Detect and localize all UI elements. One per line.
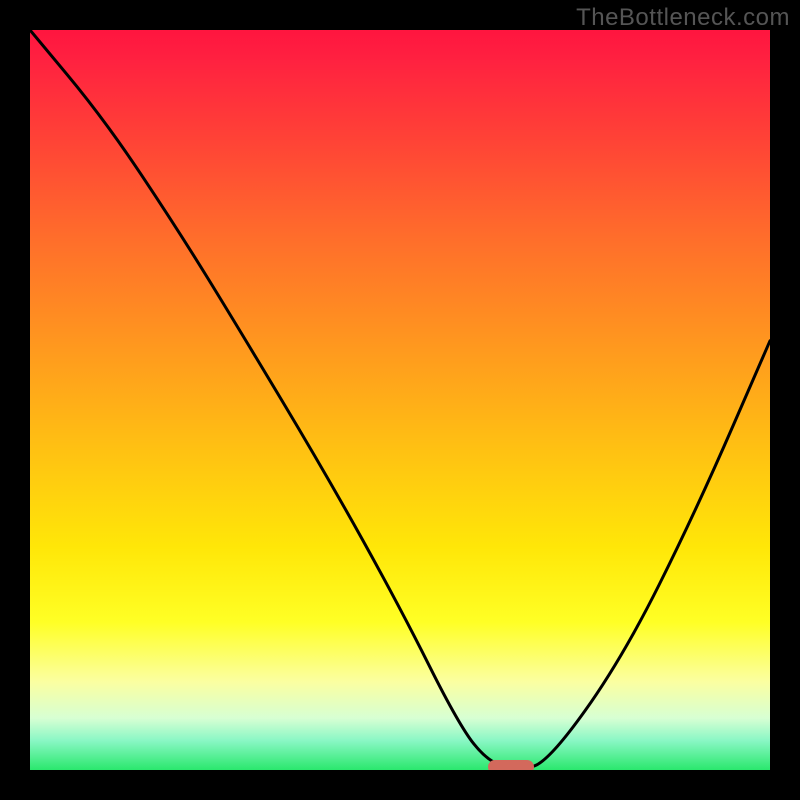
optimal-marker [488, 760, 534, 770]
bottleneck-curve [30, 30, 770, 770]
chart-frame: TheBottleneck.com [0, 0, 800, 800]
plot-area [30, 30, 770, 770]
watermark-text: TheBottleneck.com [576, 4, 790, 32]
